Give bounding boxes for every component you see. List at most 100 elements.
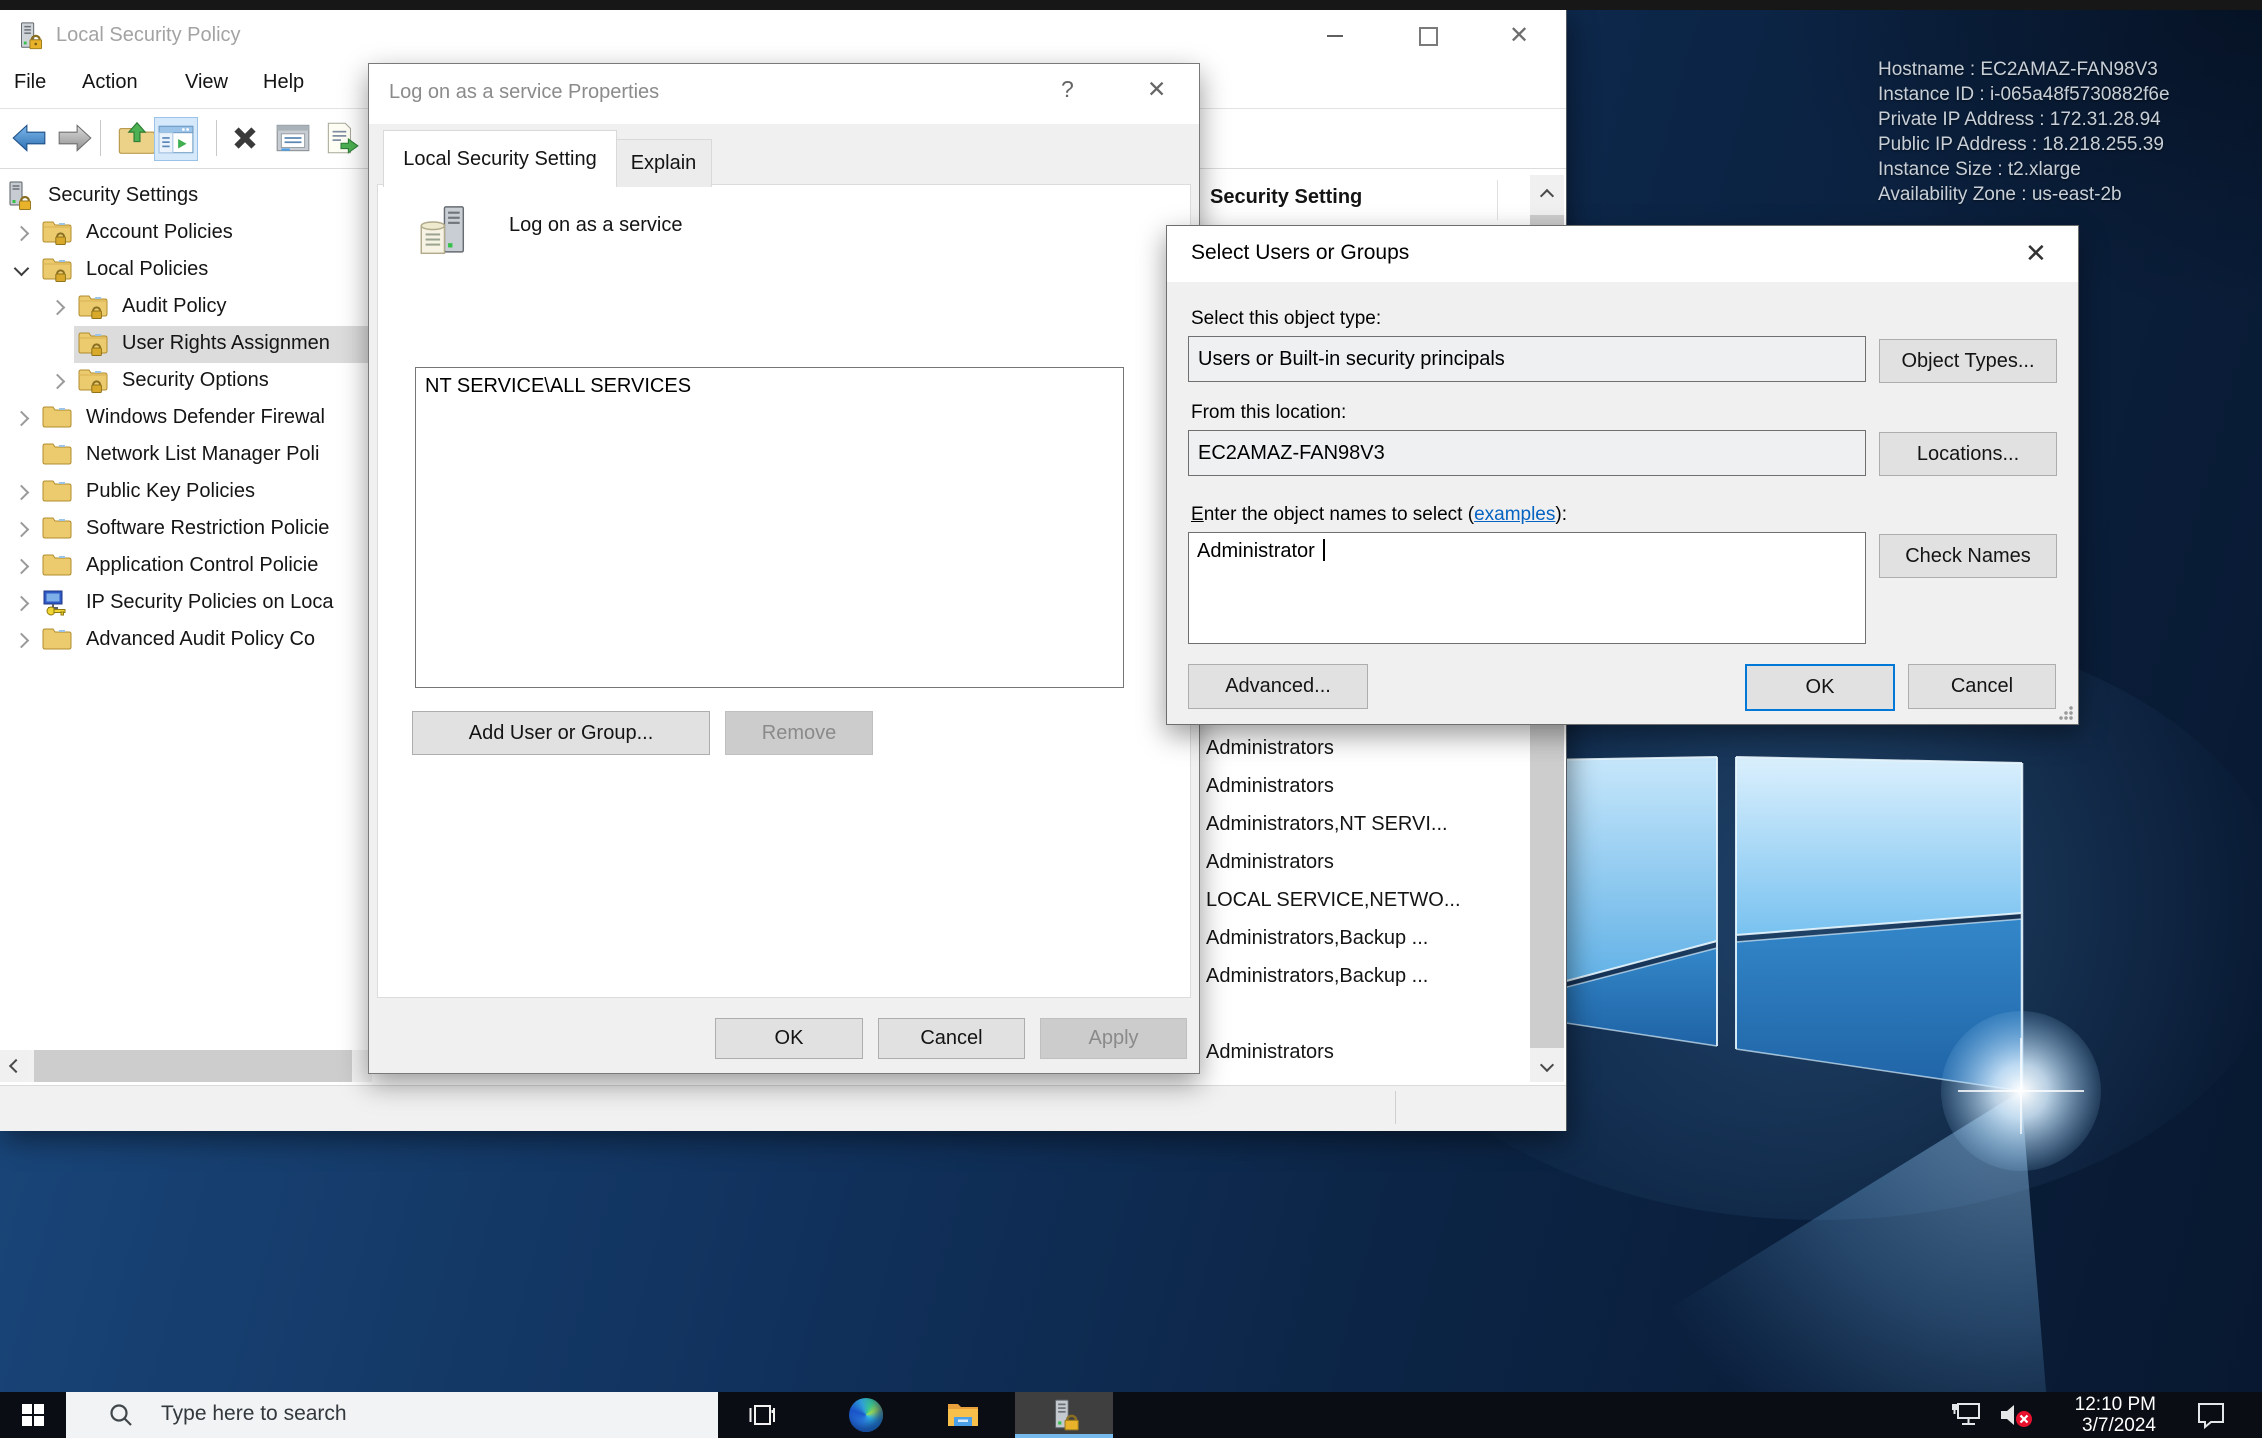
chevron-down-icon: [1540, 1058, 1554, 1072]
tree-item-user-rights-assignmen[interactable]: User Rights Assignmen: [0, 326, 372, 363]
close-button[interactable]: ✕: [1147, 78, 1166, 101]
ok-button[interactable]: OK: [715, 1018, 863, 1059]
policy-row[interactable]: LOCAL SERVICE,NETWO...: [1197, 882, 1530, 920]
object-type-field[interactable]: Users or Built-in security principals: [1188, 336, 1866, 382]
ok-button[interactable]: OK: [1745, 664, 1895, 711]
tree-item-local-policies[interactable]: Local Policies: [0, 252, 372, 289]
policy-row[interactable]: Administrators: [1197, 768, 1530, 806]
maximize-button[interactable]: [1395, 10, 1461, 62]
access-key: E: [1191, 504, 1204, 525]
local-security-policy-taskbar-button[interactable]: [1015, 1392, 1113, 1438]
tree-item-account-policies[interactable]: Account Policies: [0, 215, 372, 252]
policy-row[interactable]: Administrators,Backup ...: [1197, 958, 1530, 996]
cancel-button[interactable]: Cancel: [878, 1018, 1025, 1059]
console-tree: Security SettingsAccount PoliciesLocal P…: [0, 178, 372, 668]
tab-explain[interactable]: Explain: [615, 139, 712, 187]
volume-tray-button[interactable]: [1988, 1392, 2044, 1438]
search-box[interactable]: Type here to search: [66, 1392, 718, 1438]
tree-item-ip-security-policies-on-loca[interactable]: IP Security Policies on Loca: [0, 585, 372, 622]
local-security-policy-icon: [1047, 1398, 1081, 1432]
member-item[interactable]: NT SERVICE\ALL SERVICES: [416, 368, 1123, 405]
toolbar-properties-button[interactable]: [272, 117, 314, 159]
tree-item-security-options[interactable]: Security Options: [0, 363, 372, 400]
policy-row[interactable]: Administrators,Backup ...: [1197, 920, 1530, 958]
start-button[interactable]: [0, 1392, 66, 1438]
location-field[interactable]: EC2AMAZ-FAN98V3: [1188, 430, 1866, 476]
scroll-down-button[interactable]: [1530, 1052, 1564, 1082]
menu-file[interactable]: File: [14, 71, 46, 94]
policy-row[interactable]: Administrators: [1197, 844, 1530, 882]
tree-item-application-control-policie[interactable]: Application Control Policie: [0, 548, 372, 585]
close-button[interactable]: ✕: [2025, 240, 2047, 266]
tab-local-security-setting[interactable]: Local Security Setting: [383, 130, 617, 187]
close-button[interactable]: ✕: [1486, 10, 1552, 62]
edge-browser-button[interactable]: [836, 1392, 896, 1438]
action-center-button[interactable]: [2180, 1392, 2242, 1438]
instance-info-line: Private IP Address : 172.31.28.94: [1878, 107, 2170, 132]
tree-item-public-key-policies[interactable]: Public Key Policies: [0, 474, 372, 511]
policy-name: Log on as a service: [509, 214, 682, 237]
chevron-collapsed-icon[interactable]: [50, 374, 66, 390]
tree-item-label: Network List Manager Poli: [86, 443, 319, 466]
policy-row[interactable]: Administrators: [1197, 1034, 1530, 1072]
chevron-collapsed-icon[interactable]: [14, 596, 30, 612]
minimize-button[interactable]: [1302, 10, 1368, 62]
scroll-left-button[interactable]: [0, 1050, 28, 1082]
text-cursor: [1323, 539, 1325, 561]
toolbar-delete-button[interactable]: [224, 117, 266, 159]
security-setting-value: Administrators: [1206, 1041, 1334, 1064]
chevron-collapsed-icon[interactable]: [14, 633, 30, 649]
locations-button[interactable]: Locations...: [1879, 432, 2057, 476]
help-button[interactable]: ?: [1061, 78, 1074, 101]
chevron-collapsed-icon[interactable]: [14, 559, 30, 575]
dialog-titlebar[interactable]: Select Users or Groups ✕: [1167, 226, 2078, 282]
tree-item-windows-defender-firewal[interactable]: Windows Defender Firewal: [0, 400, 372, 437]
add-user-or-group-button[interactable]: Add User or Group...: [412, 711, 710, 755]
tree-item-label: Windows Defender Firewal: [86, 406, 325, 429]
menu-action[interactable]: Action: [82, 71, 138, 94]
chevron-collapsed-icon[interactable]: [50, 300, 66, 316]
examples-link[interactable]: examples: [1474, 504, 1555, 525]
advanced-button[interactable]: Advanced...: [1188, 664, 1368, 709]
task-view-icon: [747, 1400, 777, 1430]
object-types-button[interactable]: Object Types...: [1879, 339, 2057, 383]
toolbar-forward-button[interactable]: [54, 117, 96, 159]
chevron-collapsed-icon[interactable]: [14, 226, 30, 242]
toolbar-show-hide-console-tree-button[interactable]: [154, 117, 198, 161]
network-tray-button[interactable]: [1938, 1392, 1994, 1438]
object-names-input[interactable]: Administrator: [1188, 532, 1866, 644]
dialog-titlebar[interactable]: Log on as a service Properties ? ✕: [369, 64, 1199, 124]
cancel-button[interactable]: Cancel: [1908, 664, 2056, 709]
column-divider[interactable]: [1497, 180, 1498, 220]
app-icon: [14, 21, 44, 51]
chevron-collapsed-icon[interactable]: [14, 485, 30, 501]
export-list-icon: [322, 120, 360, 156]
tree-item-security-settings[interactable]: Security Settings: [0, 178, 372, 215]
tree-item-audit-policy[interactable]: Audit Policy: [0, 289, 372, 326]
resize-grip[interactable]: [2059, 706, 2073, 720]
taskbar: Type here to search: [0, 1392, 2262, 1438]
menu-help[interactable]: Help: [263, 71, 304, 94]
check-names-button[interactable]: Check Names: [1879, 534, 2057, 578]
menu-view[interactable]: View: [185, 71, 228, 94]
task-view-button[interactable]: [732, 1392, 792, 1438]
policy-row[interactable]: Administrators,NT SERVI...: [1197, 806, 1530, 844]
members-listbox[interactable]: NT SERVICE\ALL SERVICES: [415, 367, 1124, 688]
toolbar-back-button[interactable]: [8, 117, 50, 159]
tree-item-software-restriction-policie[interactable]: Software Restriction Policie: [0, 511, 372, 548]
chevron-expanded-icon[interactable]: [14, 261, 30, 277]
clock[interactable]: 12:10 PM 3/7/2024: [2040, 1392, 2160, 1438]
horizontal-scrollbar-thumb[interactable]: [34, 1050, 352, 1082]
toolbar-export-list-button[interactable]: [320, 117, 362, 159]
tree-item-advanced-audit-policy-co[interactable]: Advanced Audit Policy Co: [0, 622, 372, 659]
scroll-up-button[interactable]: [1530, 175, 1564, 213]
window-titlebar[interactable]: Local Security Policy ✕: [0, 10, 1566, 62]
toolbar-export-button[interactable]: [116, 117, 158, 159]
minimize-icon: [1327, 35, 1343, 37]
policy-row[interactable]: [1197, 996, 1530, 1034]
tree-item-network-list-manager-poli[interactable]: Network List Manager Poli: [0, 437, 372, 474]
policy-row[interactable]: Administrators: [1197, 730, 1530, 768]
chevron-collapsed-icon[interactable]: [14, 411, 30, 427]
chevron-collapsed-icon[interactable]: [14, 522, 30, 538]
file-explorer-button[interactable]: [933, 1392, 993, 1438]
